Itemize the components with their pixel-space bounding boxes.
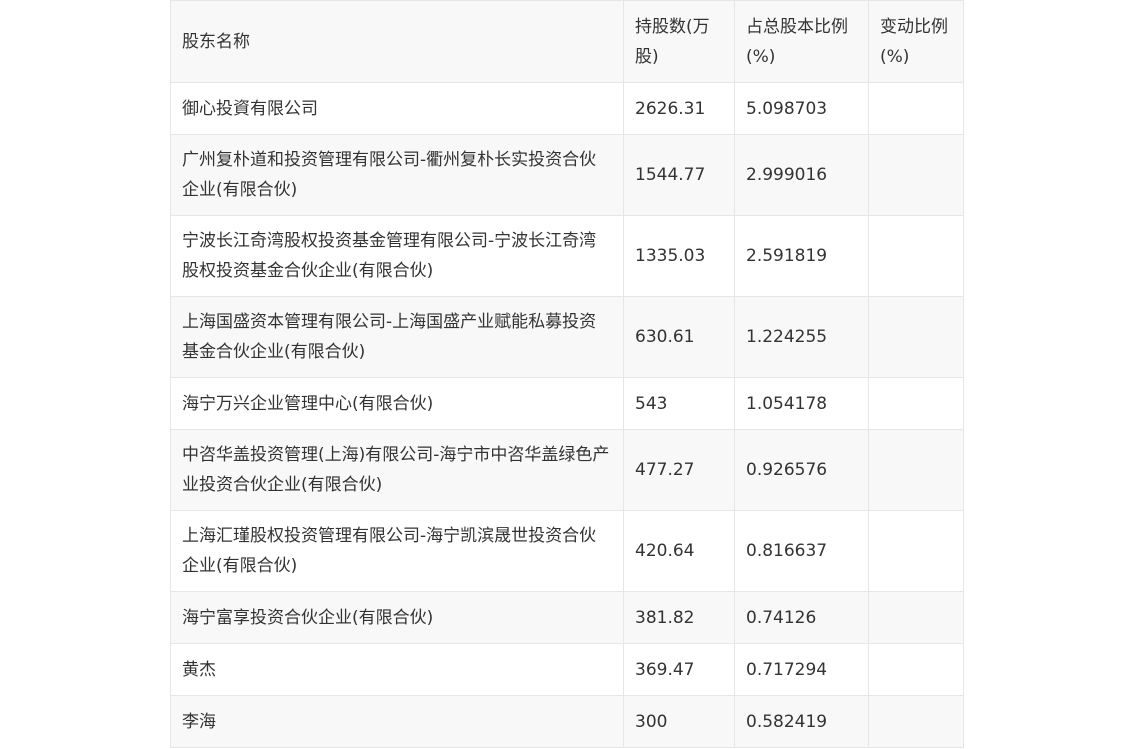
table-row: 海宁富享投资合伙企业(有限合伙) 381.82 0.74126 <box>170 591 964 644</box>
table-row: 上海国盛资本管理有限公司-上海国盛产业赋能私募投资基金合伙企业(有限合伙) 63… <box>170 296 964 378</box>
cell-shareholder-name: 黄杰 <box>170 643 624 696</box>
table-row: 上海汇瑾股权投资管理有限公司-海宁凯滨晟世投资合伙企业(有限合伙) 420.64… <box>170 510 964 592</box>
cell-share-ratio: 2.999016 <box>734 134 869 216</box>
cell-shares-held: 369.47 <box>623 643 735 696</box>
table-row: 中咨华盖投资管理(上海)有限公司-海宁市中咨华盖绿色产业投资合伙企业(有限合伙)… <box>170 429 964 511</box>
cell-share-ratio: 0.816637 <box>734 510 869 592</box>
cell-shareholder-name: 李海 <box>170 695 624 748</box>
cell-change-ratio <box>868 429 964 511</box>
table-row: 海宁万兴企业管理中心(有限合伙) 543 1.054178 <box>170 377 964 430</box>
cell-share-ratio: 0.926576 <box>734 429 869 511</box>
cell-share-ratio: 1.054178 <box>734 377 869 430</box>
cell-shares-held: 1544.77 <box>623 134 735 216</box>
cell-shareholder-name: 上海国盛资本管理有限公司-上海国盛产业赋能私募投资基金合伙企业(有限合伙) <box>170 296 624 378</box>
cell-shareholder-name: 宁波长江奇湾股权投资基金管理有限公司-宁波长江奇湾股权投资基金合伙企业(有限合伙… <box>170 215 624 297</box>
table-row: 广州复朴道和投资管理有限公司-衢州复朴长实投资合伙企业(有限合伙) 1544.7… <box>170 134 964 216</box>
cell-shares-held: 630.61 <box>623 296 735 378</box>
cell-shareholder-name: 广州复朴道和投资管理有限公司-衢州复朴长实投资合伙企业(有限合伙) <box>170 134 624 216</box>
header-share-ratio: 占总股本比例(%) <box>734 0 869 83</box>
cell-share-ratio: 0.74126 <box>734 591 869 644</box>
cell-share-ratio: 0.582419 <box>734 695 869 748</box>
header-change-ratio: 变动比例(%) <box>868 0 964 83</box>
cell-share-ratio: 1.224255 <box>734 296 869 378</box>
table-header-row: 股东名称 持股数(万股) 占总股本比例(%) 变动比例(%) <box>170 0 964 83</box>
cell-shareholder-name: 御心投資有限公司 <box>170 82 624 135</box>
table-row: 宁波长江奇湾股权投资基金管理有限公司-宁波长江奇湾股权投资基金合伙企业(有限合伙… <box>170 215 964 297</box>
cell-shares-held: 381.82 <box>623 591 735 644</box>
shareholder-table: 股东名称 持股数(万股) 占总股本比例(%) 变动比例(%) 御心投資有限公司 … <box>170 0 964 748</box>
cell-change-ratio <box>868 215 964 297</box>
cell-share-ratio: 5.098703 <box>734 82 869 135</box>
cell-shares-held: 1335.03 <box>623 215 735 297</box>
header-shareholder-name: 股东名称 <box>170 0 624 83</box>
cell-change-ratio <box>868 510 964 592</box>
shareholder-table-container: 股东名称 持股数(万股) 占总股本比例(%) 变动比例(%) 御心投資有限公司 … <box>170 0 964 748</box>
cell-shares-held: 2626.31 <box>623 82 735 135</box>
cell-change-ratio <box>868 591 964 644</box>
cell-change-ratio <box>868 643 964 696</box>
table-row: 御心投資有限公司 2626.31 5.098703 <box>170 82 964 135</box>
cell-share-ratio: 0.717294 <box>734 643 869 696</box>
cell-shareholder-name: 海宁富享投资合伙企业(有限合伙) <box>170 591 624 644</box>
cell-shares-held: 300 <box>623 695 735 748</box>
cell-shares-held: 477.27 <box>623 429 735 511</box>
cell-share-ratio: 2.591819 <box>734 215 869 297</box>
cell-change-ratio <box>868 377 964 430</box>
cell-change-ratio <box>868 695 964 748</box>
cell-change-ratio <box>868 296 964 378</box>
cell-shares-held: 543 <box>623 377 735 430</box>
table-row: 黄杰 369.47 0.717294 <box>170 643 964 696</box>
cell-change-ratio <box>868 134 964 216</box>
header-shares-held: 持股数(万股) <box>623 0 735 83</box>
table-row: 李海 300 0.582419 <box>170 695 964 748</box>
cell-shareholder-name: 海宁万兴企业管理中心(有限合伙) <box>170 377 624 430</box>
cell-shareholder-name: 中咨华盖投资管理(上海)有限公司-海宁市中咨华盖绿色产业投资合伙企业(有限合伙) <box>170 429 624 511</box>
cell-shareholder-name: 上海汇瑾股权投资管理有限公司-海宁凯滨晟世投资合伙企业(有限合伙) <box>170 510 624 592</box>
cell-shares-held: 420.64 <box>623 510 735 592</box>
cell-change-ratio <box>868 82 964 135</box>
